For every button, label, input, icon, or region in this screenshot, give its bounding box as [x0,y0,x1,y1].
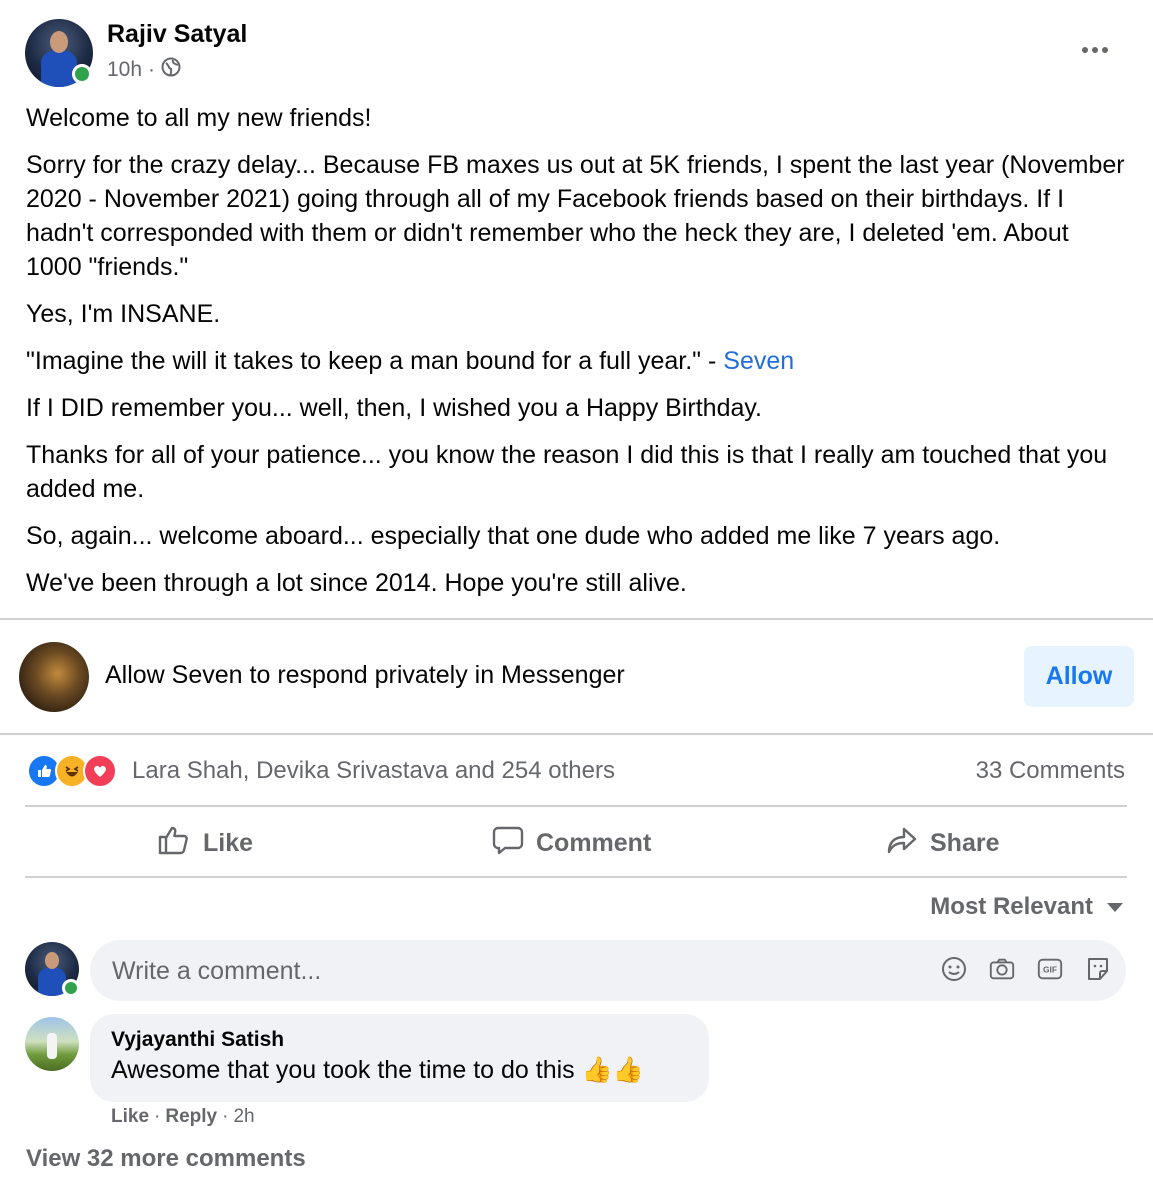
divider [25,805,1127,807]
online-status-dot [62,979,80,997]
speech-bubble-icon [492,824,524,863]
post-paragraph: We've been through a lot since 2014. Hop… [26,569,687,597]
post-paragraph: Sorry for the crazy delay... Because FB … [26,151,1125,281]
share-label: Share [930,828,1000,857]
author-name[interactable]: Rajiv Satyal [107,20,247,49]
dot-separator: · [154,1106,161,1127]
composer-icons: GIF [940,954,1112,984]
comment-time[interactable]: 2h [233,1106,254,1128]
sticker-icon[interactable] [1084,954,1112,984]
allow-button[interactable]: Allow [1024,646,1134,707]
comment-sort-dropdown[interactable]: Most Relevant [930,893,1123,921]
reaction-icons[interactable] [27,754,117,788]
post-paragraph: Yes, I'm INSANE. [26,300,221,328]
emoji-icon[interactable] [940,954,968,984]
post-time[interactable]: 10h [107,58,142,82]
divider [25,876,1127,878]
camera-icon[interactable] [988,954,1016,984]
comment-like-link[interactable]: Like [111,1106,149,1128]
mention-link[interactable]: Seven [723,347,794,375]
share-button[interactable]: Share [886,824,999,862]
comment-button[interactable]: Comment [492,824,651,862]
post-paragraph: If I DID remember you... well, then, I w… [26,394,762,422]
caret-down-icon [1107,902,1123,912]
comment-actions: Like · Reply · 2h [111,1106,255,1128]
gif-icon[interactable]: GIF [1036,954,1064,984]
post-paragraph: So, again... welcome aboard... especiall… [26,522,1001,550]
quote-text: "Imagine the will it takes to keep a man… [26,347,724,375]
comment-emoji: 👍👍 [581,1056,644,1084]
thumbs-up-icon [157,823,191,864]
dot-separator: · [222,1106,229,1127]
post-paragraph: Welcome to all my new friends! [26,104,372,132]
love-icon [83,754,117,788]
comment-label: Comment [536,828,652,857]
comment-input[interactable] [110,940,894,1003]
comment-count[interactable]: 33 Comments [976,757,1125,785]
view-more-comments-link[interactable]: View 32 more comments [26,1145,306,1173]
comment-bubble: Vyjayanthi Satish Awesome that you took … [90,1014,709,1102]
divider [0,618,1153,620]
post-meta: 10h · [107,57,181,83]
divider [0,733,1153,735]
meta-separator: · [148,58,156,81]
post-body: Welcome to all my new friends! Sorry for… [26,101,1126,613]
more-options-icon[interactable] [1075,32,1115,68]
comment-body: Awesome that you took the time to do thi… [111,1056,575,1084]
post-paragraph: Thanks for all of your patience... you k… [26,441,1108,503]
svg-text:GIF: GIF [1043,965,1057,975]
reaction-names[interactable]: Lara Shah, Devika Srivastava and 254 oth… [132,757,615,785]
comment-text: Awesome that you took the time to do thi… [111,1056,644,1085]
comment-reply-link[interactable]: Reply [165,1106,217,1128]
comment-composer[interactable]: GIF [90,940,1126,1003]
commenter-avatar[interactable] [25,1017,79,1071]
sort-label: Most Relevant [930,893,1093,920]
globe-icon[interactable] [161,57,181,83]
online-status-dot [72,64,92,84]
post-paragraph-quote: "Imagine the will it takes to keep a man… [26,344,1126,378]
share-arrow-icon [886,824,918,863]
like-button[interactable]: Like [157,824,253,862]
like-label: Like [203,828,254,857]
seven-avatar [19,642,89,712]
messenger-prompt-text: Allow Seven to respond privately in Mess… [105,661,625,689]
commenter-name[interactable]: Vyjayanthi Satish [111,1028,284,1052]
